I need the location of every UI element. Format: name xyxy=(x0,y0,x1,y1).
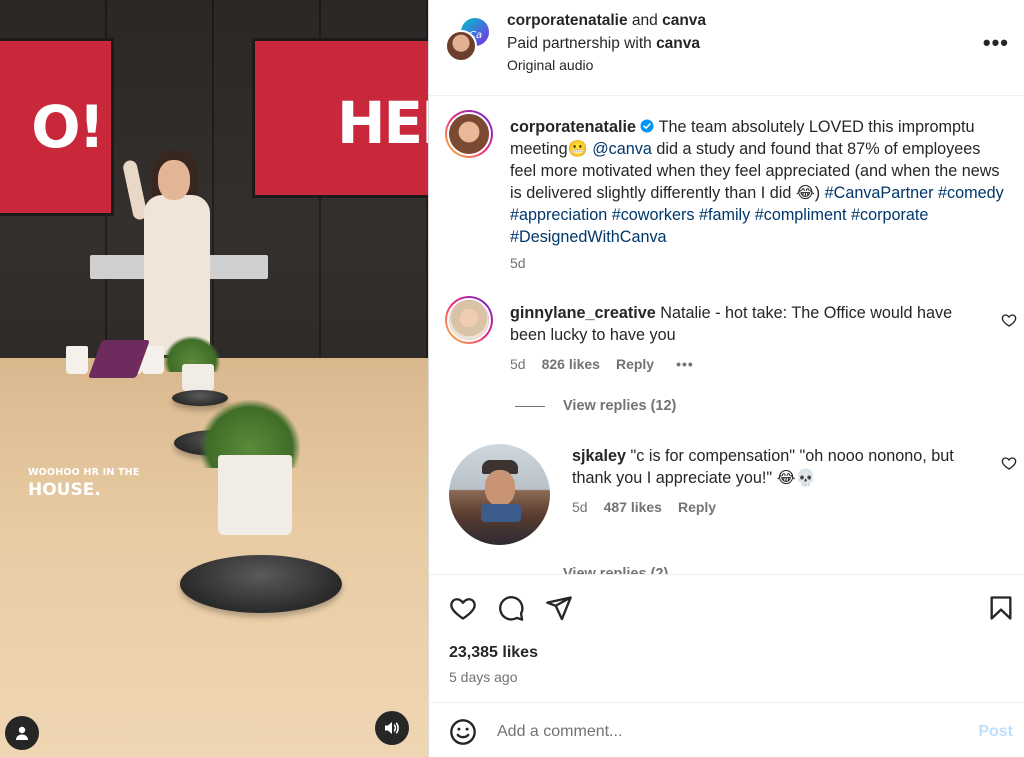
header-username-link[interactable]: corporatenatalie xyxy=(507,12,628,29)
comment-text: ginnylane_creative Natalie - hot take: T… xyxy=(510,302,980,346)
comment-like-heart-icon[interactable] xyxy=(1001,455,1017,471)
view-replies-button[interactable]: View replies (12) xyxy=(515,398,676,414)
original-audio-link[interactable]: Original audio xyxy=(507,57,593,73)
emoji-icon[interactable] xyxy=(449,718,477,746)
caption-small: WOOHOO HR IN THE xyxy=(28,467,140,478)
reel-video[interactable]: O! HELI WOOHOO HR IN THE HOUSE. xyxy=(0,0,428,757)
comment-composer: Post xyxy=(429,702,1024,757)
plant-pot xyxy=(218,455,292,535)
tagged-users-button[interactable] xyxy=(5,716,39,750)
comment-text: sjkaley "c is for compensation" "oh nooo… xyxy=(572,445,982,489)
comment-username-link[interactable]: ginnylane_creative xyxy=(510,304,656,322)
speaker-icon xyxy=(385,722,399,734)
post-date[interactable]: 5 days ago xyxy=(449,669,518,685)
verified-badge-icon xyxy=(640,119,654,133)
caption-time: 5d xyxy=(510,255,526,271)
post-comment-button[interactable]: Post xyxy=(978,723,1013,741)
tv-screen-left: O! xyxy=(0,38,114,216)
view-replies-line xyxy=(515,405,545,407)
caption-avatar[interactable] xyxy=(445,110,493,158)
post-header: Ca corporatenatalie and canva Paid partn… xyxy=(429,0,1024,96)
comment-bubble-icon[interactable] xyxy=(497,594,525,622)
comment-reply-button[interactable]: Reply xyxy=(678,499,716,515)
post-side-panel: Ca corporatenatalie and canva Paid partn… xyxy=(428,0,1024,757)
presenter xyxy=(121,150,215,355)
comment-input[interactable] xyxy=(497,718,937,746)
bookmark-save-icon[interactable] xyxy=(987,594,1015,622)
speaker-puck xyxy=(180,555,342,613)
comment-meta: 5d 487 likes Reply xyxy=(572,499,716,515)
tv-right-text: HELI xyxy=(337,89,428,157)
plant-pot xyxy=(182,364,214,392)
corporatenatalie-avatar xyxy=(445,30,477,62)
comment-time: 5d xyxy=(572,499,588,515)
tv-screen-right: HELI xyxy=(252,38,428,198)
paid-partnership-label: Paid partnership with xyxy=(507,35,657,52)
more-options-button[interactable]: ••• xyxy=(983,32,1009,54)
comment-reply-button[interactable]: Reply xyxy=(616,356,654,372)
header-partner-link[interactable]: canva xyxy=(662,12,706,29)
view-replies-label: View replies (2) xyxy=(563,566,669,574)
header-and: and xyxy=(627,12,663,29)
caption-big: HOUSE. xyxy=(28,480,101,500)
mute-toggle-button[interactable] xyxy=(375,711,409,745)
post-likes-link[interactable]: 23,385 likes xyxy=(449,644,538,662)
paid-partnership-brand-link[interactable]: canva xyxy=(656,35,700,52)
video-overlay-caption: WOOHOO HR IN THE HOUSE. xyxy=(28,467,140,500)
comment-time: 5d xyxy=(510,356,526,372)
view-replies-label: View replies (12) xyxy=(563,398,677,414)
user-icon xyxy=(16,726,28,740)
paid-partnership: Paid partnership with canva xyxy=(507,35,700,53)
comment-meta: 5d 826 likes Reply ••• xyxy=(510,356,694,372)
caption-mention-link[interactable]: @canva xyxy=(592,140,652,158)
mug xyxy=(66,346,88,374)
comment-likes-link[interactable]: 487 likes xyxy=(604,499,662,515)
comment-like-heart-icon[interactable] xyxy=(1001,312,1017,328)
comment-avatar[interactable] xyxy=(445,296,493,344)
comment-username-link[interactable]: sjkaley xyxy=(572,447,626,465)
comment-more-button[interactable]: ••• xyxy=(676,356,694,372)
like-heart-icon[interactable] xyxy=(449,594,477,622)
comment-avatar[interactable] xyxy=(449,444,550,545)
caption-meta: 5d xyxy=(510,255,526,271)
collab-avatars[interactable]: Ca xyxy=(445,16,491,64)
tv-left-text: O! xyxy=(31,93,105,161)
share-send-icon[interactable] xyxy=(545,594,573,622)
post-caption: corporatenatalie The team absolutely LOV… xyxy=(510,116,1010,248)
caption-username-link[interactable]: corporatenatalie xyxy=(510,118,636,136)
header-title: corporatenatalie and canva xyxy=(507,12,706,30)
post-actions: 23,385 likes 5 days ago xyxy=(429,574,1024,702)
comments-scroll-area[interactable]: corporatenatalie The team absolutely LOV… xyxy=(429,96,1024,574)
comment-body: "c is for compensation" "oh nooo nonono,… xyxy=(572,447,954,487)
comment-likes-link[interactable]: 826 likes xyxy=(542,356,600,372)
view-replies-button[interactable]: View replies (2) xyxy=(515,566,668,574)
